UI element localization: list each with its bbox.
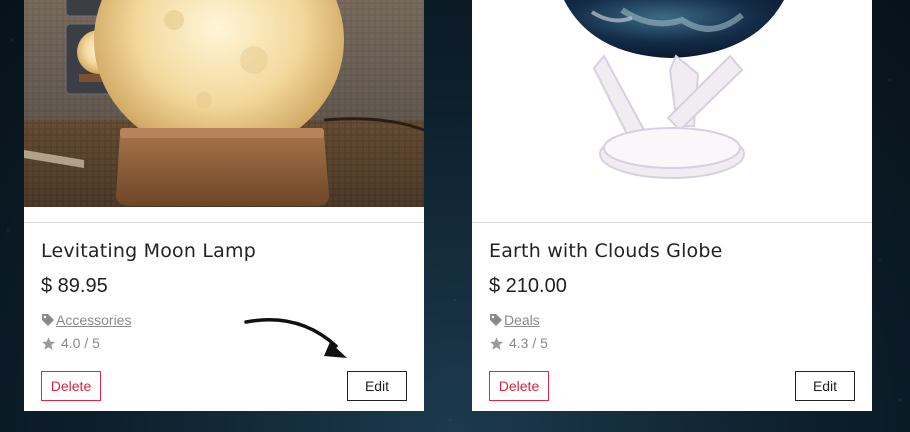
product-category: Deals (489, 312, 540, 328)
card-divider (24, 222, 424, 223)
product-rating: 4.3 / 5 (489, 335, 548, 351)
product-title[interactable]: Earth with Clouds Globe (489, 240, 723, 262)
category-link[interactable]: Deals (504, 312, 540, 328)
category-link[interactable]: Accessories (56, 312, 131, 328)
rating-value: 4.0 / 5 (61, 335, 100, 351)
product-price: $ 210.00 (489, 275, 567, 297)
edit-button[interactable]: Edit (795, 371, 855, 401)
tag-icon (42, 314, 54, 326)
product-rating: 4.0 / 5 (41, 335, 100, 351)
rating-value: 4.3 / 5 (509, 335, 548, 351)
earth-globe-image (472, 0, 872, 207)
arrow-icon (244, 318, 347, 358)
product-image[interactable] (472, 0, 872, 207)
product-card: Levitating Moon Lamp $ 89.95 Accessories… (24, 0, 424, 411)
tag-icon (490, 314, 502, 326)
edit-button[interactable]: Edit (347, 371, 407, 401)
delete-button[interactable]: Delete (41, 371, 101, 401)
product-title[interactable]: Levitating Moon Lamp (41, 240, 256, 262)
product-price: $ 89.95 (41, 275, 108, 297)
star-icon (490, 336, 503, 350)
delete-button[interactable]: Delete (489, 371, 549, 401)
product-category: Accessories (41, 312, 131, 328)
product-image[interactable] (24, 0, 424, 207)
card-divider (472, 222, 872, 223)
star-icon (42, 336, 55, 350)
moon-lamp-image (24, 0, 424, 207)
product-card: Earth with Clouds Globe $ 210.00 Deals 4… (472, 0, 872, 411)
